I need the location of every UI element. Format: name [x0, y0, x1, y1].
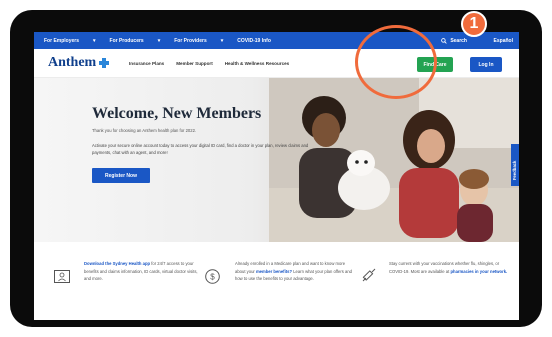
chevron-down-icon: ▾ — [220, 37, 224, 44]
info-sydney-app: Download the Sydney Health app for 24/7 … — [84, 260, 204, 283]
utility-link-providers[interactable]: For Providers — [174, 38, 207, 44]
hero-subtitle: Thank you for choosing an Anthem health … — [92, 128, 197, 133]
family-photo — [269, 78, 519, 242]
search-icon — [441, 37, 448, 44]
nav-member-support[interactable]: Member Support — [176, 61, 213, 66]
search-link[interactable]: Search — [441, 32, 467, 49]
utility-link-covid[interactable]: COVID-19 Info — [237, 38, 271, 44]
member-benefits-link[interactable]: member benefits? — [256, 269, 292, 274]
step-number-badge: 1 — [461, 11, 487, 37]
nav-insurance-plans[interactable]: Insurance Plans — [129, 61, 164, 66]
dollar-icon: $ — [205, 269, 220, 284]
register-now-button[interactable]: Register Now — [92, 168, 150, 183]
nav-health-wellness[interactable]: Health & Wellness Resources — [225, 61, 290, 66]
find-care-highlight-ring — [355, 25, 437, 99]
logo-text: Anthem — [48, 55, 97, 70]
hero-banner — [34, 78, 519, 242]
info-vaccinations: Stay current with your vaccinations whet… — [389, 260, 509, 275]
info-section: Download the Sydney Health app for 24/7 … — [34, 242, 519, 320]
pharmacies-link[interactable]: pharmacies in your network. — [450, 269, 507, 274]
feedback-label: Feedback — [512, 160, 517, 180]
feedback-tab[interactable]: Feedback — [511, 144, 519, 186]
page-title: Welcome, New Members — [92, 105, 262, 122]
svg-text:$: $ — [210, 273, 215, 282]
sydney-app-link[interactable]: Download the Sydney Health app — [84, 261, 150, 266]
log-in-button[interactable]: Log In — [470, 57, 502, 72]
anthem-logo[interactable]: Anthem — [48, 55, 110, 71]
utility-link-employers[interactable]: For Employers — [44, 38, 79, 44]
main-nav: Insurance Plans Member Support Health & … — [129, 49, 289, 77]
utility-bar: For Employers ▾ For Producers ▾ For Prov… — [34, 32, 519, 49]
utility-nav: For Employers ▾ For Producers ▾ For Prov… — [44, 32, 271, 49]
chevron-down-icon: ▾ — [93, 37, 96, 44]
syringe-icon — [362, 268, 376, 282]
blue-cross-icon — [99, 58, 110, 68]
search-label: Search — [450, 37, 467, 44]
utility-link-producers[interactable]: For Producers — [110, 38, 144, 44]
language-link[interactable]: Español — [494, 32, 513, 49]
chevron-down-icon: ▾ — [157, 37, 161, 44]
id-card-icon — [54, 270, 70, 283]
info-medicare-benefits: Already enrolled in a Medicare plan and … — [235, 260, 355, 283]
hero-description: Activate your secure online account toda… — [92, 143, 309, 155]
browser-viewport: For Employers ▾ For Producers ▾ For Prov… — [34, 32, 519, 320]
